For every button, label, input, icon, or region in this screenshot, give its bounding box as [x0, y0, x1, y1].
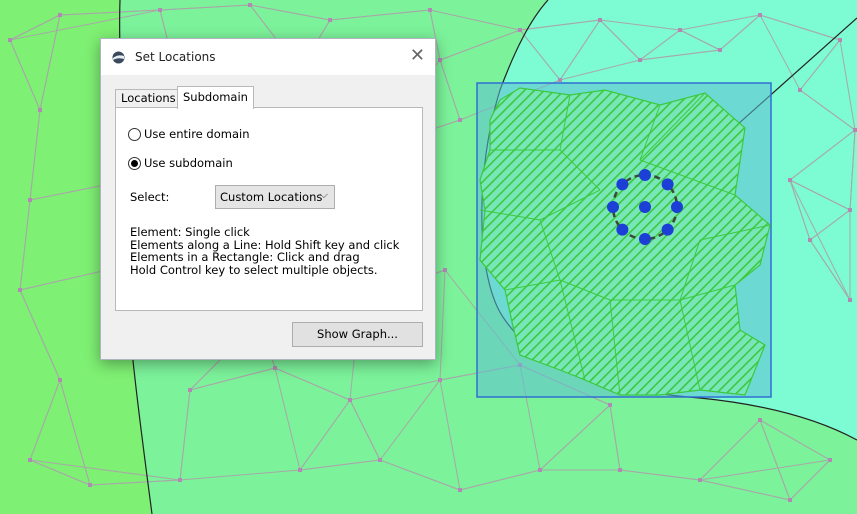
- mesh-node: [58, 378, 62, 382]
- radio-subdomain[interactable]: [128, 156, 141, 170]
- chevron-down-icon: ⌵: [319, 188, 328, 201]
- select-dropdown[interactable]: Custom Locations ⌵: [215, 185, 335, 209]
- mesh-node: [188, 388, 192, 392]
- mesh-node: [458, 488, 462, 492]
- marker-node: [639, 169, 651, 181]
- marker-node: [616, 223, 629, 236]
- mesh-node: [718, 48, 722, 52]
- mesh-node: [158, 8, 162, 12]
- instruction-line: Hold Control key to select multiple obje…: [130, 262, 378, 277]
- tab-locations[interactable]: Locations: [115, 89, 182, 107]
- close-icon[interactable]: ✕: [410, 46, 425, 66]
- mesh-node: [758, 418, 762, 422]
- mesh-node: [853, 128, 857, 132]
- mesh-node: [838, 38, 842, 42]
- marker-node: [671, 201, 683, 213]
- marker-node: [639, 233, 651, 245]
- mesh-node: [8, 38, 12, 42]
- mesh-node: [438, 378, 442, 382]
- mesh-node: [808, 238, 812, 242]
- mesh-node: [58, 13, 62, 17]
- mesh-node: [328, 18, 332, 22]
- dialog-titlebar: Set Locations ✕: [101, 39, 435, 75]
- mesh-node: [608, 403, 612, 407]
- marker-node: [661, 223, 674, 236]
- mesh-node: [518, 28, 522, 32]
- mesh-node: [638, 58, 642, 62]
- instructions: Element: Single click Elements along a L…: [130, 226, 399, 276]
- mesh-node: [798, 88, 802, 92]
- mesh-node: [598, 18, 602, 22]
- instruction-line: Elements in a Rectangle: Click and drag: [130, 250, 360, 264]
- show-graph-button[interactable]: Show Graph...: [292, 322, 423, 347]
- use-subdomain-label: Use subdomain: [144, 156, 233, 170]
- radio-entire-domain[interactable]: [128, 127, 141, 141]
- marker-node: [661, 178, 674, 191]
- mesh-node: [618, 468, 622, 472]
- mesh-node: [848, 208, 852, 212]
- mesh-node: [698, 478, 702, 482]
- mesh-node: [88, 483, 92, 487]
- marker-node: [616, 178, 629, 191]
- use-subdomain-option[interactable]: Use subdomain: [128, 156, 233, 170]
- mesh-node: [178, 478, 182, 482]
- mesh-node: [538, 468, 542, 472]
- mesh-node: [298, 468, 302, 472]
- set-locations-dialog: Set Locations ✕ Locations Subdomain Use …: [100, 38, 436, 360]
- tab-subdomain[interactable]: Subdomain: [177, 86, 254, 109]
- mesh-node: [443, 268, 447, 272]
- marker-node: [639, 201, 651, 213]
- mesh-node: [458, 118, 462, 122]
- mesh-node: [428, 8, 432, 12]
- mesh-node: [558, 78, 562, 82]
- mesh-node: [28, 198, 32, 202]
- use-entire-domain-label: Use entire domain: [144, 127, 250, 141]
- mesh-node: [788, 498, 792, 502]
- mesh-node: [28, 458, 32, 462]
- mesh-node: [438, 58, 442, 62]
- mesh-node: [678, 28, 682, 32]
- mesh-node: [378, 458, 382, 462]
- mesh-node: [828, 458, 832, 462]
- use-entire-domain-option[interactable]: Use entire domain: [128, 127, 249, 141]
- mesh-node: [248, 3, 252, 7]
- subdomain-panel: Use entire domain Use subdomain Select: …: [115, 107, 423, 311]
- app-globe-icon: [112, 51, 125, 64]
- select-value: Custom Locations: [220, 190, 323, 204]
- mesh-node: [758, 13, 762, 17]
- hatched-subdomain: [479, 87, 771, 396]
- instruction-line: Element: Single click: [130, 225, 250, 239]
- mesh-node: [348, 398, 352, 402]
- mesh-node: [18, 288, 22, 292]
- dialog-title: Set Locations: [135, 50, 216, 64]
- mesh-node: [788, 178, 792, 182]
- mesh-node: [273, 366, 277, 370]
- mesh-node: [38, 108, 42, 112]
- select-label: Select:: [130, 190, 170, 204]
- mesh-node: [848, 298, 852, 302]
- marker-node: [607, 201, 619, 213]
